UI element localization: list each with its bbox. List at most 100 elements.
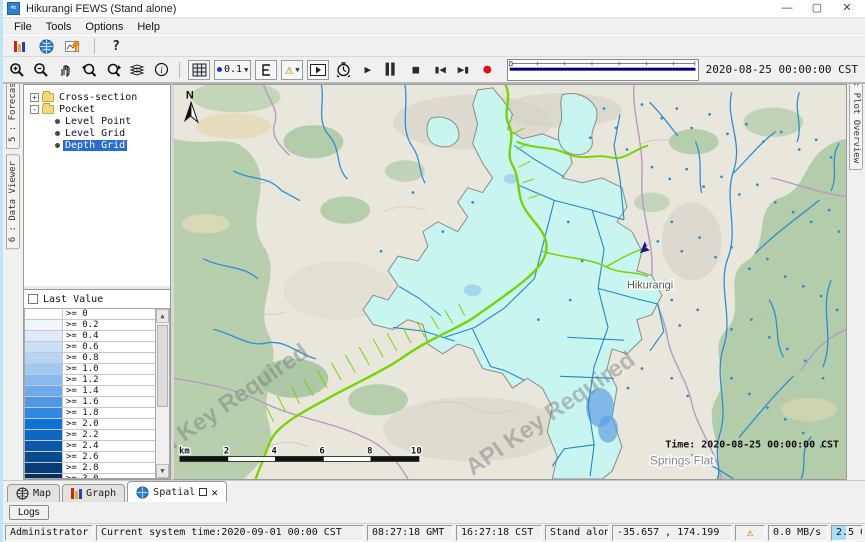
menu-bar: File Tools Options Help <box>3 18 865 35</box>
svg-text:8: 8 <box>367 447 372 457</box>
status-bar: Administrator Current system time:2020-0… <box>3 524 865 542</box>
layers-icon[interactable] <box>127 60 147 80</box>
info-icon[interactable]: i <box>151 60 171 80</box>
legend-row: >= 1.2 <box>25 375 155 386</box>
zoom-in-icon[interactable] <box>7 60 27 80</box>
legend-row: >= 1.0 <box>25 364 155 375</box>
tab-spatial[interactable]: Spatial ✕ <box>127 481 227 502</box>
legend-swatch <box>25 463 63 473</box>
legend-swatch <box>25 364 63 374</box>
expand-icon[interactable]: + <box>30 93 39 102</box>
legend-swatch <box>25 353 63 363</box>
menu-help[interactable]: Help <box>130 20 167 34</box>
scroll-up-icon[interactable]: ▲ <box>156 309 169 323</box>
tree-item-level-grid[interactable]: Level Grid <box>41 127 168 139</box>
menu-options[interactable]: Options <box>78 20 130 34</box>
pause-button[interactable]: ▌▌ <box>381 60 401 80</box>
logs-row: Logs <box>3 502 865 524</box>
legend-swatch <box>25 386 63 396</box>
zoom-next-icon[interactable] <box>103 60 123 80</box>
maximize-button[interactable]: ▢ <box>803 1 831 17</box>
close-tab-icon[interactable]: ✕ <box>211 486 218 499</box>
legend-swatch <box>25 342 63 352</box>
window-title: Hikurangi FEWS (Stand alone) <box>26 3 176 15</box>
animation-button[interactable] <box>307 60 329 80</box>
logs-button[interactable]: Logs <box>9 505 49 520</box>
minimize-button[interactable]: — <box>773 1 801 17</box>
map-canvas[interactable]: API Key Required API Key Required Hikura… <box>171 84 847 480</box>
interval-value: 0.1 <box>224 64 242 75</box>
legend-swatch <box>25 408 63 418</box>
grid-toggle-button[interactable] <box>188 60 210 80</box>
timeline-date-label: 2020-08-25 00:00:00 CST <box>703 63 861 76</box>
status-gmt-time: 08:27:18 GMT <box>367 525 453 541</box>
legend-list: >= 0>= 0.2>= 0.4>= 0.6>= 0.8>= 1.0>= 1.2… <box>24 308 155 479</box>
legend-label: >= 2.8 <box>63 463 155 473</box>
stop-button[interactable]: ■ <box>405 60 425 80</box>
legend-label: >= 2.6 <box>63 452 155 462</box>
record-button[interactable]: ● <box>477 60 497 80</box>
play-button[interactable]: ▶ <box>357 60 377 80</box>
node-icon <box>55 131 60 136</box>
warning-dropdown[interactable]: ⚠ ▼ <box>281 60 303 80</box>
collapse-icon[interactable]: - <box>30 105 39 114</box>
main-toolbar: ? <box>3 35 865 57</box>
right-tab-strip: 3 : Plot Overview <box>847 84 865 480</box>
tab-graph[interactable]: Graph <box>62 484 125 502</box>
legend-panel: Last Value >= 0>= 0.2>= 0.4>= 0.6>= 0.8>… <box>24 289 170 479</box>
legend-swatch <box>25 331 63 341</box>
timeline-extent-bar <box>510 67 696 70</box>
legend-scrollbar[interactable]: ▲ ▼ <box>155 308 170 479</box>
timeline-slider[interactable] <box>507 59 698 81</box>
last-value-checkbox[interactable] <box>28 294 38 304</box>
maximize-tab-icon[interactable] <box>199 488 207 496</box>
scroll-thumb[interactable] <box>157 325 168 407</box>
ruler-icon <box>260 63 272 77</box>
legend-swatch <box>25 397 63 407</box>
legend-row: >= 0.4 <box>25 331 155 342</box>
legend-label: >= 1.2 <box>63 375 155 385</box>
skip-start-button[interactable]: ▮◀ <box>429 60 449 80</box>
legend-label: >= 1.4 <box>63 386 155 396</box>
zoom-out-icon[interactable] <box>31 60 51 80</box>
legend-label: >= 2.2 <box>63 430 155 440</box>
filter-tree: + Cross-section - Pocket Level Point Lev… <box>24 85 170 289</box>
legend-swatch <box>25 452 63 462</box>
explorer-icon[interactable] <box>9 36 29 56</box>
zoom-previous-icon[interactable] <box>79 60 99 80</box>
warning-icon: ⚠ <box>285 63 293 77</box>
tree-item-depth-grid[interactable]: Depth Grid <box>41 139 168 151</box>
interval-dropdown[interactable]: 0.1 ▼ <box>214 60 251 80</box>
legend-swatch <box>25 320 63 330</box>
tree-item-cross-section[interactable]: + Cross-section <box>30 91 168 103</box>
map-display-icon[interactable] <box>36 36 56 56</box>
tree-item-pocket[interactable]: - Pocket <box>30 103 168 115</box>
area-label: Springs Flat <box>650 453 714 467</box>
legend-label: >= 0.2 <box>63 320 155 330</box>
skip-end-button[interactable]: ▶▮ <box>453 60 473 80</box>
scale-bar-button[interactable] <box>255 60 277 80</box>
close-button[interactable]: ✕ <box>833 1 861 17</box>
help-icon[interactable]: ? <box>106 36 126 56</box>
tab-data-viewer[interactable]: 6 : Data Viewer <box>6 154 20 249</box>
timeseries-icon[interactable] <box>63 36 83 56</box>
tab-forecast[interactable]: 5 : Forecast <box>6 84 20 149</box>
node-icon <box>55 143 60 148</box>
chevron-down-icon: ▼ <box>244 66 248 74</box>
menu-tools[interactable]: Tools <box>39 20 79 34</box>
legend-label: >= 0 <box>63 309 155 319</box>
timeline-handle[interactable] <box>509 61 512 65</box>
legend-row: >= 0.2 <box>25 320 155 331</box>
svg-text:10: 10 <box>411 447 422 457</box>
scroll-down-icon[interactable]: ▼ <box>156 464 169 478</box>
status-user: Administrator <box>5 525 93 541</box>
legend-row: >= 0 <box>25 309 155 320</box>
legend-row: >= 3.0 <box>25 474 155 479</box>
left-tab-strip: 5 : Forecast 6 : Data Viewer <box>3 84 23 480</box>
tab-plot-overview[interactable]: 3 : Plot Overview <box>849 84 863 170</box>
tree-item-level-point[interactable]: Level Point <box>41 115 168 127</box>
menu-file[interactable]: File <box>7 20 39 34</box>
pan-icon[interactable] <box>55 60 75 80</box>
timer-icon[interactable] <box>333 60 353 80</box>
tab-map[interactable]: Map <box>7 484 60 502</box>
